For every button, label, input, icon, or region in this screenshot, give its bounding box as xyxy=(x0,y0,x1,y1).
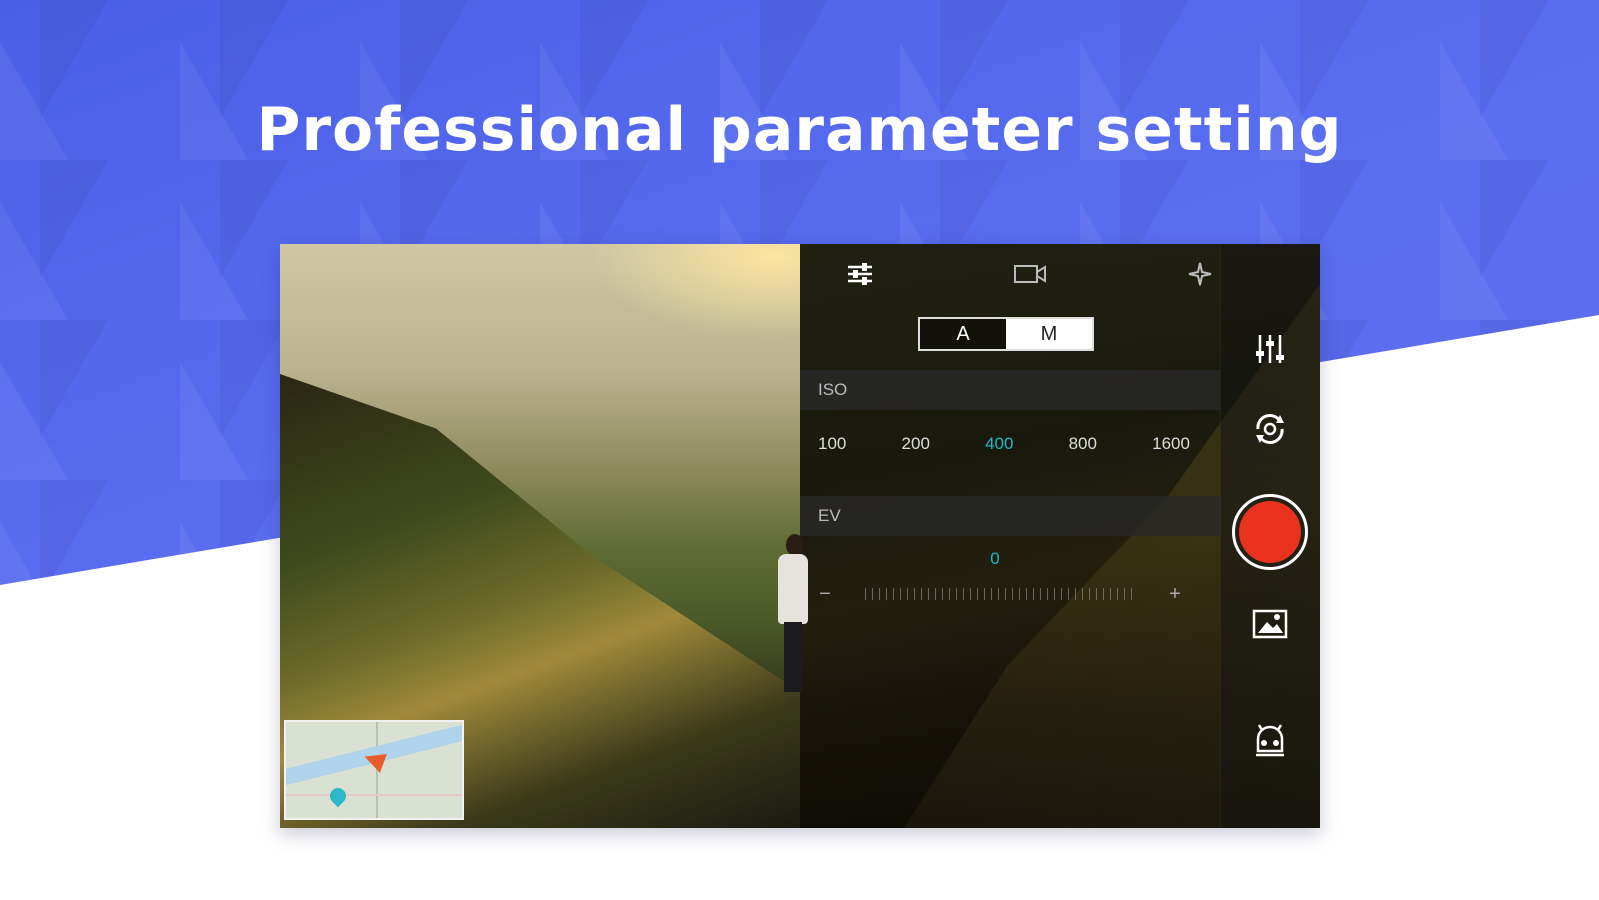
ev-value: 0 xyxy=(990,549,1000,568)
record-dot xyxy=(1239,501,1301,563)
ev-section-header: EV xyxy=(800,496,1220,536)
ev-increase-button[interactable]: + xyxy=(1165,583,1185,606)
video-camera-icon[interactable] xyxy=(1010,256,1050,292)
camera-app-screen: A M ISO 100 200 400 800 1600 EV 0 − + xyxy=(280,244,1320,828)
iso-label: ISO xyxy=(818,380,848,399)
iso-option[interactable]: 1600 xyxy=(1152,434,1190,468)
ev-slider[interactable]: − + xyxy=(815,582,1185,606)
iso-section-header: ISO xyxy=(800,370,1220,410)
settings-tabs xyxy=(840,254,1220,294)
iso-option[interactable]: 800 xyxy=(1069,434,1097,468)
iso-option[interactable]: 100 xyxy=(818,434,846,468)
equalizer-icon[interactable] xyxy=(1230,324,1310,374)
sparkle-icon[interactable] xyxy=(1180,256,1220,292)
mini-map[interactable] xyxy=(284,720,464,820)
iso-option[interactable]: 200 xyxy=(902,434,930,468)
iso-value-selector: 100 200 400 800 1600 xyxy=(800,434,1190,468)
ev-slider-track[interactable] xyxy=(865,588,1135,600)
mode-manual-button[interactable]: M xyxy=(1006,319,1092,349)
sliders-icon[interactable] xyxy=(840,256,880,292)
record-button[interactable] xyxy=(1232,494,1308,570)
exposure-mode-toggle: A M xyxy=(918,317,1094,351)
mode-auto-button[interactable]: A xyxy=(920,319,1006,349)
headline: Professional parameter setting xyxy=(256,95,1343,165)
ev-decrease-button[interactable]: − xyxy=(815,583,835,606)
person-figure xyxy=(772,534,812,694)
ev-label: EV xyxy=(818,506,841,525)
iso-option-selected[interactable]: 400 xyxy=(985,434,1013,468)
gimbal-icon[interactable] xyxy=(1230,716,1310,766)
switch-camera-icon[interactable] xyxy=(1230,404,1310,454)
gallery-icon[interactable] xyxy=(1230,599,1310,649)
map-location-pin-icon xyxy=(326,784,350,808)
